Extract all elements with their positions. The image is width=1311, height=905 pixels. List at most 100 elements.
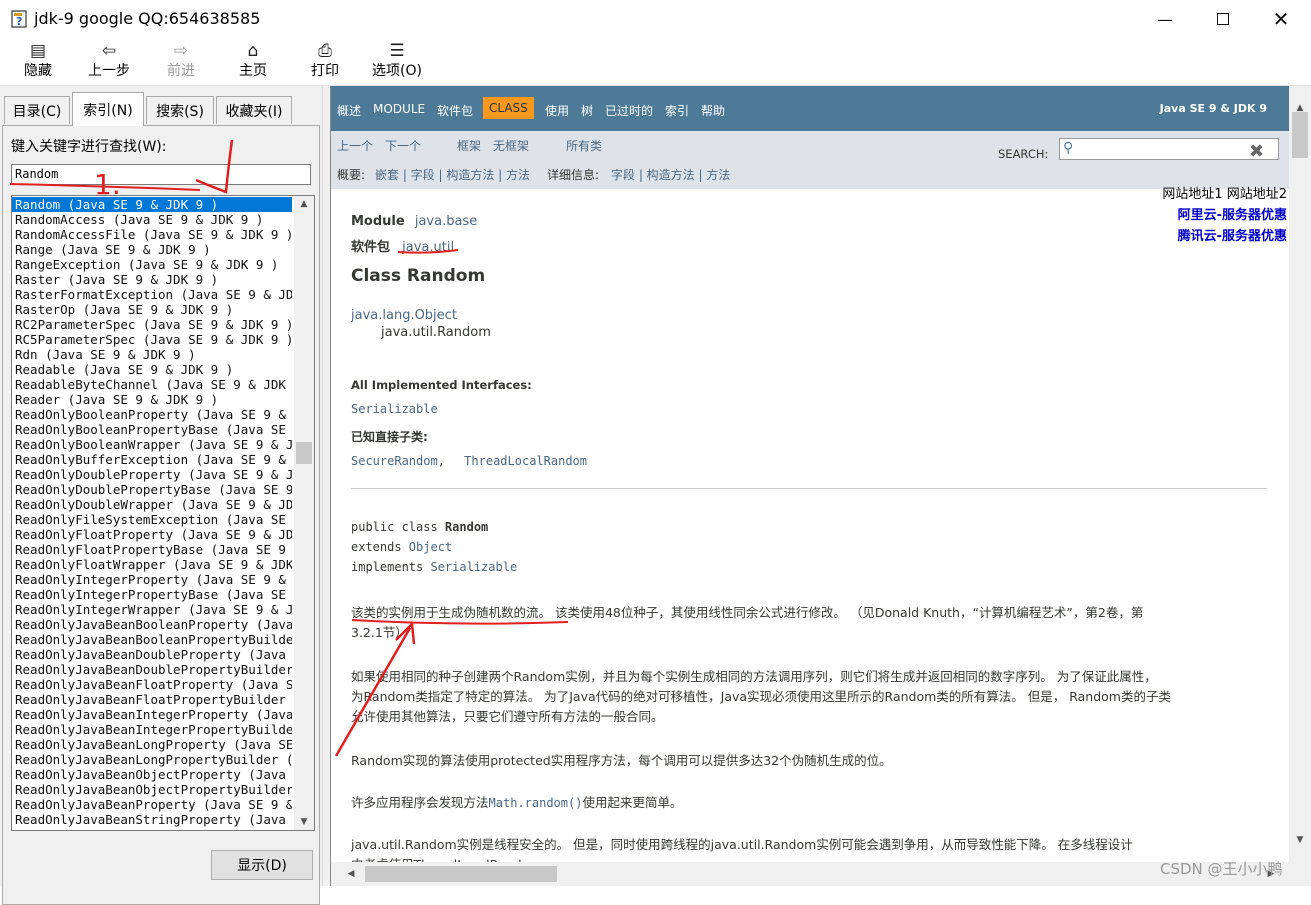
- keyword-list-item[interactable]: ReadOnlyJavaBeanIntegerPropertyBuilder (…: [12, 722, 292, 737]
- version-label: Java SE 9 & JDK 9: [1159, 102, 1267, 115]
- site-links[interactable]: 网站地址1 网站地址2: [1162, 184, 1287, 205]
- keyword-list-item[interactable]: ReadOnlyBooleanProperty (Java SE 9 & JDK…: [12, 407, 292, 422]
- keyword-list-item[interactable]: ReadableByteChannel (Java SE 9 & JDK 9 ): [12, 377, 292, 392]
- serializable-link[interactable]: Serializable: [351, 402, 438, 416]
- keyword-list-item[interactable]: ReadOnlyFloatWrapper (Java SE 9 & JDK 9 …: [12, 557, 292, 572]
- decl-object-link[interactable]: Object: [409, 540, 452, 554]
- keyword-list-item[interactable]: ReadOnlyBooleanPropertyBase (Java SE 9 &…: [12, 422, 292, 437]
- keyword-list-item[interactable]: ReadOnlyDoubleWrapper (Java SE 9 & JDK 9…: [12, 497, 292, 512]
- nav-index[interactable]: 索引: [665, 102, 689, 119]
- tab-search[interactable]: 搜索(S): [146, 96, 214, 124]
- maximize-button[interactable]: [1194, 0, 1252, 38]
- decl-serializable-link[interactable]: Serializable: [430, 560, 517, 574]
- tab-contents[interactable]: 目录(C): [4, 96, 70, 124]
- keyword-list-item[interactable]: RasterOp (Java SE 9 & JDK 9 ): [12, 302, 292, 317]
- tab-index[interactable]: 索引(N): [72, 92, 144, 126]
- math-random-link[interactable]: Math.random(): [489, 796, 583, 810]
- nav-package[interactable]: 软件包: [437, 102, 473, 119]
- scrollbar-thumb[interactable]: [1292, 112, 1308, 158]
- keyword-list-item[interactable]: ReadOnlyIntegerPropertyBase (Java SE 9 &…: [12, 587, 292, 602]
- keyword-list-item[interactable]: RandomAccess (Java SE 9 & JDK 9 ): [12, 212, 292, 227]
- scroll-down-icon[interactable]: ▼: [294, 814, 314, 830]
- nav-tree[interactable]: 树: [581, 102, 593, 119]
- keyword-list-item[interactable]: Raster (Java SE 9 & JDK 9 ): [12, 272, 292, 287]
- keyword-input[interactable]: Random: [11, 164, 311, 185]
- nav-deprecated[interactable]: 已过时的: [605, 102, 653, 119]
- keyword-list-item[interactable]: Reader (Java SE 9 & JDK 9 ): [12, 392, 292, 407]
- nav-module[interactable]: MODULE: [373, 102, 425, 116]
- keyword-list-item[interactable]: ReadOnlyDoublePropertyBase (Java SE 9 & …: [12, 482, 292, 497]
- keyword-list[interactable]: Random (Java SE 9 & JDK 9 ) RandomAccess …: [11, 195, 315, 831]
- keyword-list-item[interactable]: ReadOnlyJavaBeanBooleanProperty (Java SE…: [12, 617, 292, 632]
- keyword-list-item[interactable]: ReadOnlyJavaBeanFloatPropertyBuilder (Ja…: [12, 692, 292, 707]
- next-class-link[interactable]: 下一个: [385, 137, 421, 154]
- keyword-list-item[interactable]: RandomAccessFile (Java SE 9 & JDK 9 ): [12, 227, 292, 242]
- keyword-list-item[interactable]: RasterFormatException (Java SE 9 & JDK 9…: [12, 287, 292, 302]
- keyword-list-scrollbar[interactable]: ▲ ▼: [294, 196, 314, 830]
- keyword-list-item[interactable]: RC5ParameterSpec (Java SE 9 & JDK 9 ): [12, 332, 292, 347]
- keyword-list-item[interactable]: ReadOnlyFileSystemException (Java SE 9 &…: [12, 512, 292, 527]
- keyword-list-item[interactable]: ReadOnlyJavaBeanLongProperty (Java SE 9 …: [12, 737, 292, 752]
- scroll-up-icon[interactable]: ▲: [294, 196, 314, 212]
- back-button[interactable]: ⇦ 上一步: [84, 40, 134, 84]
- keyword-list-item[interactable]: ReadOnlyFloatPropertyBase (Java SE 9 & J…: [12, 542, 292, 557]
- keyword-list-item[interactable]: RangeException (Java SE 9 & JDK 9 ): [12, 257, 292, 272]
- prev-class-link[interactable]: 上一个: [337, 137, 373, 154]
- keyword-list-item[interactable]: RC2ParameterSpec (Java SE 9 & JDK 9 ): [12, 317, 292, 332]
- keyword-list-item[interactable]: ReadOnlyBooleanWrapper (Java SE 9 & JDK …: [12, 437, 292, 452]
- keyword-list-item[interactable]: ReadOnlyIntegerProperty (Java SE 9 & JDK…: [12, 572, 292, 587]
- search-input[interactable]: ⚲: [1059, 138, 1279, 160]
- threadlocalrandom-link[interactable]: ThreadLocalRandom: [464, 454, 587, 468]
- nav-help[interactable]: 帮助: [701, 102, 725, 119]
- options-button[interactable]: ☰ 选项(O): [368, 40, 426, 84]
- keyword-list-item[interactable]: ReadOnlyFloatProperty (Java SE 9 & JDK 9…: [12, 527, 292, 542]
- topic-vertical-scrollbar[interactable]: ▲ ▼: [1289, 86, 1311, 864]
- clear-search-icon[interactable]: ✖: [1249, 141, 1264, 162]
- pane-splitter[interactable]: [322, 86, 330, 886]
- nav-class[interactable]: CLASS: [483, 97, 534, 119]
- tencent-link[interactable]: 腾讯云-服务器优惠: [1162, 226, 1287, 247]
- keyword-list-item[interactable]: ReadOnlyJavaBeanIntegerProperty (Java SE…: [12, 707, 292, 722]
- show-button[interactable]: 显示(D): [211, 850, 313, 880]
- hide-button[interactable]: ▤ 隐藏: [22, 40, 54, 84]
- keyword-list-item[interactable]: ReadOnlyJavaBeanDoubleProperty (Java SE …: [12, 647, 292, 662]
- minimize-button[interactable]: —: [1136, 0, 1194, 38]
- scrollbar-thumb[interactable]: [365, 866, 557, 882]
- tab-favorites[interactable]: 收藏夹(I): [216, 96, 292, 124]
- module-link[interactable]: java.base: [415, 214, 477, 229]
- scrollbar-thumb[interactable]: [296, 442, 312, 464]
- keyword-list-item[interactable]: Readable (Java SE 9 & JDK 9 ): [12, 362, 292, 377]
- all-classes-link[interactable]: 所有类: [566, 137, 602, 154]
- keyword-list-item[interactable]: ReadOnlyBufferException (Java SE 9 & JDK…: [12, 452, 292, 467]
- keyword-list-item[interactable]: Rdn (Java SE 9 & JDK 9 ): [12, 347, 292, 362]
- no-frames-link[interactable]: 无框架: [493, 137, 529, 154]
- package-link[interactable]: java.util: [402, 240, 454, 255]
- summary-links[interactable]: 嵌套 | 字段 | 构造方法 | 方法: [375, 166, 530, 183]
- keyword-list-item[interactable]: ReadOnlyJavaBeanStringProperty (Java SE …: [12, 812, 292, 827]
- frames-link[interactable]: 框架: [457, 137, 481, 154]
- search-label: SEARCH:: [998, 147, 1049, 161]
- keyword-list-item[interactable]: ReadOnlyJavaBeanDoublePropertyBuilder (J…: [12, 662, 292, 677]
- securerandom-link[interactable]: SecureRandom: [351, 454, 438, 468]
- detail-links[interactable]: 字段 | 构造方法 | 方法: [611, 166, 730, 183]
- forward-button[interactable]: ⇨ 前进: [164, 40, 198, 84]
- keyword-list-item[interactable]: Random (Java SE 9 & JDK 9 ): [12, 197, 292, 212]
- keyword-list-item[interactable]: ReadOnlyJavaBeanObjectProperty (Java SE …: [12, 767, 292, 782]
- keyword-list-item[interactable]: ReadOnlyJavaBeanProperty (Java SE 9 & JD…: [12, 797, 292, 812]
- keyword-list-item[interactable]: ReadOnlyIntegerWrapper (Java SE 9 & JDK …: [12, 602, 292, 617]
- aliyun-link[interactable]: 阿里云-服务器优惠: [1162, 205, 1287, 226]
- keyword-list-item[interactable]: ReadOnlyJavaBeanObjectPropertyBuilder (J…: [12, 782, 292, 797]
- close-button[interactable]: ✕: [1252, 0, 1310, 38]
- keyword-list-item[interactable]: Range (Java SE 9 & JDK 9 ): [12, 242, 292, 257]
- home-button[interactable]: ⌂ 主页: [236, 40, 270, 84]
- nav-use[interactable]: 使用: [545, 102, 569, 119]
- keyword-list-item[interactable]: ReadOnlyDoubleProperty (Java SE 9 & JDK …: [12, 467, 292, 482]
- nav-overview[interactable]: 概述: [337, 102, 361, 119]
- keyword-list-item[interactable]: ReadOnlyJavaBeanLongPropertyBuilder (Jav…: [12, 752, 292, 767]
- keyword-list-item[interactable]: ReadOnlyJavaBeanFloatProperty (Java SE 9…: [12, 677, 292, 692]
- hierarchy-parent-link[interactable]: java.lang.Object: [351, 308, 457, 323]
- scroll-left-icon[interactable]: ◀: [341, 866, 361, 882]
- keyword-list-item[interactable]: ReadOnlyJavaBeanBooleanPropertyBuilder (…: [12, 632, 292, 647]
- scroll-down-icon[interactable]: ▼: [1289, 832, 1311, 848]
- print-button[interactable]: ⎙ 打印: [308, 40, 342, 84]
